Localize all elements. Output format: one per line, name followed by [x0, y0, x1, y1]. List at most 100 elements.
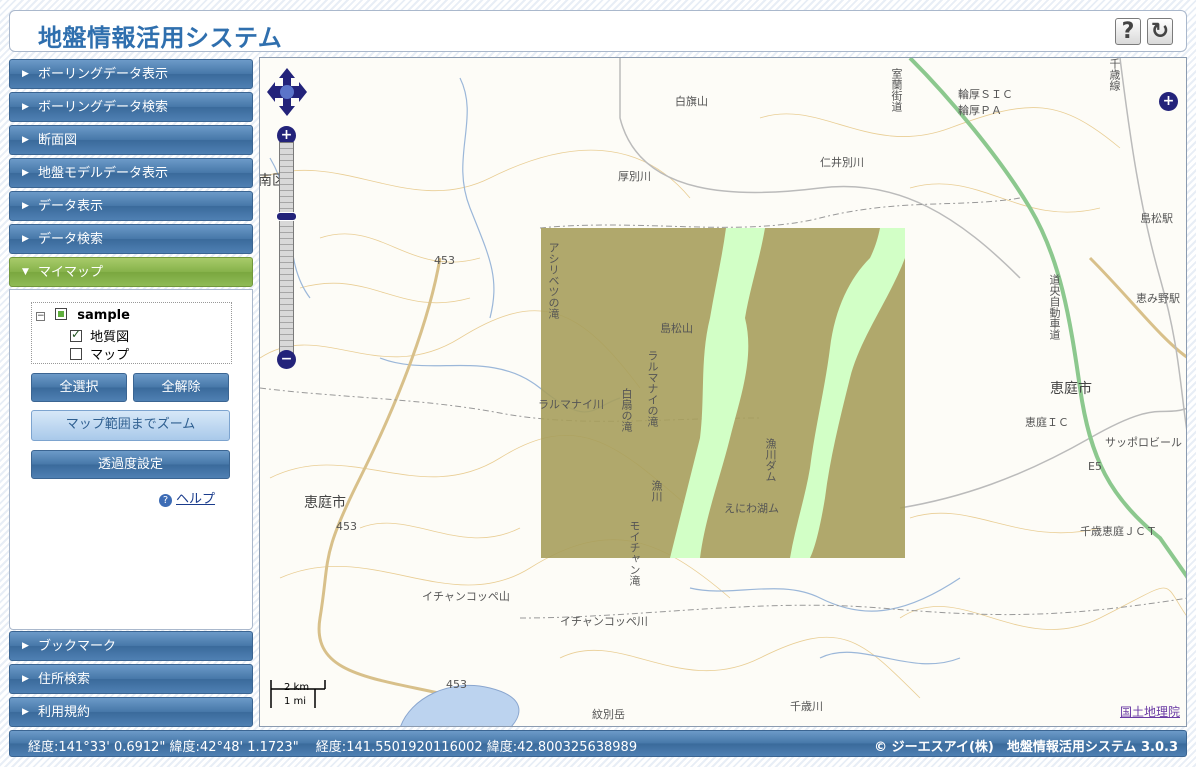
map-label: 輪厚ＰＡ — [958, 104, 1002, 117]
menu-terms[interactable]: ▶ 利用規約 — [9, 697, 253, 727]
zoom-slider-handle[interactable] — [276, 212, 297, 221]
layer-label: 地質図 — [90, 330, 130, 345]
copyright: © ジーエスアイ(株) 地盤情報活用システム 3.0.3 — [874, 740, 1178, 755]
triangle-right-icon: ▶ — [22, 135, 29, 145]
map-label: ラルマナイ川 — [538, 398, 604, 411]
triangle-right-icon: ▶ — [22, 201, 29, 211]
question-icon: ? — [1121, 19, 1135, 44]
reset-button[interactable]: ↻ — [1147, 18, 1173, 45]
map-label: ラルマナイの滝 — [646, 350, 659, 427]
deselect-all-button[interactable]: 全解除 — [133, 373, 229, 402]
map-label: イチャンコッペ川 — [560, 615, 648, 628]
collapse-icon[interactable]: − — [36, 312, 45, 321]
menu-data-display[interactable]: ▶ データ表示 — [9, 191, 253, 221]
layer-geology-checkbox[interactable] — [70, 327, 82, 342]
zoom-out-button[interactable]: − — [277, 350, 296, 369]
map-label: 島松山 — [660, 322, 693, 335]
menu-label: ブックマーク — [38, 639, 117, 654]
tree-root-checkbox[interactable] — [55, 308, 68, 320]
map-label: 室蘭街道 — [890, 68, 903, 112]
map-label: E5 — [1088, 460, 1102, 473]
map-label: 千歳線 — [1108, 58, 1121, 91]
map-label: 漁川ダム — [764, 438, 777, 482]
app-header: 地盤情報活用システム ? ↻ — [9, 10, 1187, 52]
pan-control[interactable] — [267, 66, 307, 118]
scale-mi-label: 1 mi — [284, 696, 307, 707]
layer-switcher-button[interactable]: + — [1159, 92, 1178, 111]
menu-bookmark[interactable]: ▶ ブックマーク — [9, 631, 253, 661]
plus-icon: + — [280, 127, 293, 143]
menu-label: データ検索 — [38, 232, 104, 247]
help-link[interactable]: ? ヘルプ — [159, 488, 215, 507]
cursor-coordinates: 経度:141°33' 0.6912" 緯度:42°48' 1.1723" 経度:… — [28, 740, 638, 755]
map-label: 恵庭市 — [304, 495, 346, 511]
menu-label: ボーリングデータ表示 — [38, 67, 169, 82]
menu-label: 地盤モデルデータ表示 — [38, 166, 169, 181]
map-label: 道央自動車道 — [1048, 274, 1061, 340]
my-map-panel: − sample 地質図 マップ 全選択 全解除 マップ範囲までズーム 透過度設… — [9, 289, 253, 630]
map-label: 恵庭市 — [1050, 381, 1092, 397]
triangle-right-icon: ▶ — [22, 674, 29, 684]
menu-boring-data-search[interactable]: ▶ ボーリングデータ検索 — [9, 92, 253, 122]
map-label: モイチャン滝 — [628, 520, 641, 586]
triangle-right-icon: ▶ — [22, 641, 29, 651]
menu-label: 住所検索 — [38, 672, 91, 687]
select-all-button[interactable]: 全選択 — [31, 373, 127, 402]
help-button[interactable]: ? — [1115, 18, 1141, 45]
menu-label: データ表示 — [38, 199, 104, 214]
map-label: 漁川 — [650, 480, 663, 502]
map-label: 紋別岳 — [592, 708, 625, 721]
tree-root-label: sample — [77, 308, 130, 323]
layer-item-geology: 地質図 — [70, 326, 129, 345]
menu-my-map[interactable]: ▼ マイマップ — [9, 257, 253, 287]
menu-label: 利用規約 — [38, 705, 91, 720]
tree-root: − sample — [36, 308, 130, 323]
help-icon: ? — [159, 494, 172, 507]
help-label: ヘルプ — [176, 492, 216, 507]
layer-label: マップ — [90, 348, 130, 363]
status-bar: 経度:141°33' 0.6912" 緯度:42°48' 1.1723" 経度:… — [9, 730, 1187, 757]
triangle-right-icon: ▶ — [22, 69, 29, 79]
menu-address-search[interactable]: ▶ 住所検索 — [9, 664, 253, 694]
map-label: 厚別川 — [618, 170, 651, 183]
triangle-right-icon: ▶ — [22, 102, 29, 112]
map-label: 仁井別川 — [820, 156, 864, 169]
map-label: えにわ湖ム — [724, 502, 779, 515]
menu-label: マイマップ — [38, 265, 104, 280]
layer-map-checkbox[interactable] — [70, 348, 82, 360]
transparency-button[interactable]: 透過度設定 — [31, 450, 230, 479]
map-label: アシリベツの滝 — [547, 242, 560, 319]
map-label: サッポロビール — [1105, 436, 1182, 449]
app-title: 地盤情報活用システム — [38, 24, 283, 52]
plus-icon: + — [1162, 93, 1175, 109]
map-label: 恵庭ＩＣ — [1025, 416, 1069, 429]
menu-label: ボーリングデータ検索 — [38, 100, 169, 115]
minus-icon: − — [280, 351, 293, 367]
zoom-slider-track[interactable] — [279, 142, 294, 362]
menu-data-search[interactable]: ▶ データ検索 — [9, 224, 253, 254]
map-label: 白旗山 — [675, 95, 708, 108]
map-canvas — [260, 58, 1186, 726]
map-label: 島松駅 — [1140, 212, 1173, 225]
map-label: イチャンコッペ山 — [422, 590, 510, 603]
map-view[interactable]: 白旗山 厚別川 仁井別川 輪厚ＳＩＣ 輪厚ＰＡ 島松駅 恵み野駅 恵庭市 恵庭Ｉ… — [259, 57, 1187, 727]
map-label: 453 — [434, 254, 455, 267]
menu-label: 断面図 — [38, 133, 78, 148]
menu-cross-section[interactable]: ▶ 断面図 — [9, 125, 253, 155]
map-label: 453 — [446, 678, 467, 691]
menu-ground-model-display[interactable]: ▶ 地盤モデルデータ表示 — [9, 158, 253, 188]
menu-boring-data-display[interactable]: ▶ ボーリングデータ表示 — [9, 59, 253, 89]
refresh-icon: ↻ — [1150, 19, 1170, 44]
layer-tree: − sample 地質図 マップ — [31, 302, 232, 364]
triangle-right-icon: ▶ — [22, 234, 29, 244]
layer-item-map: マップ — [70, 344, 129, 363]
map-label: 千歳恵庭ＪＣＴ — [1080, 525, 1157, 538]
attribution-link[interactable]: 国土地理院 — [1120, 703, 1180, 720]
triangle-down-icon: ▼ — [22, 267, 29, 277]
map-label: 453 — [336, 520, 357, 533]
map-label: 千歳川 — [790, 700, 823, 713]
zoom-to-extent-button[interactable]: マップ範囲までズーム — [31, 410, 230, 441]
map-label: 恵み野駅 — [1136, 292, 1180, 305]
map-label: 輪厚ＳＩＣ — [958, 88, 1013, 101]
map-label: 白扇の滝 — [620, 388, 633, 432]
